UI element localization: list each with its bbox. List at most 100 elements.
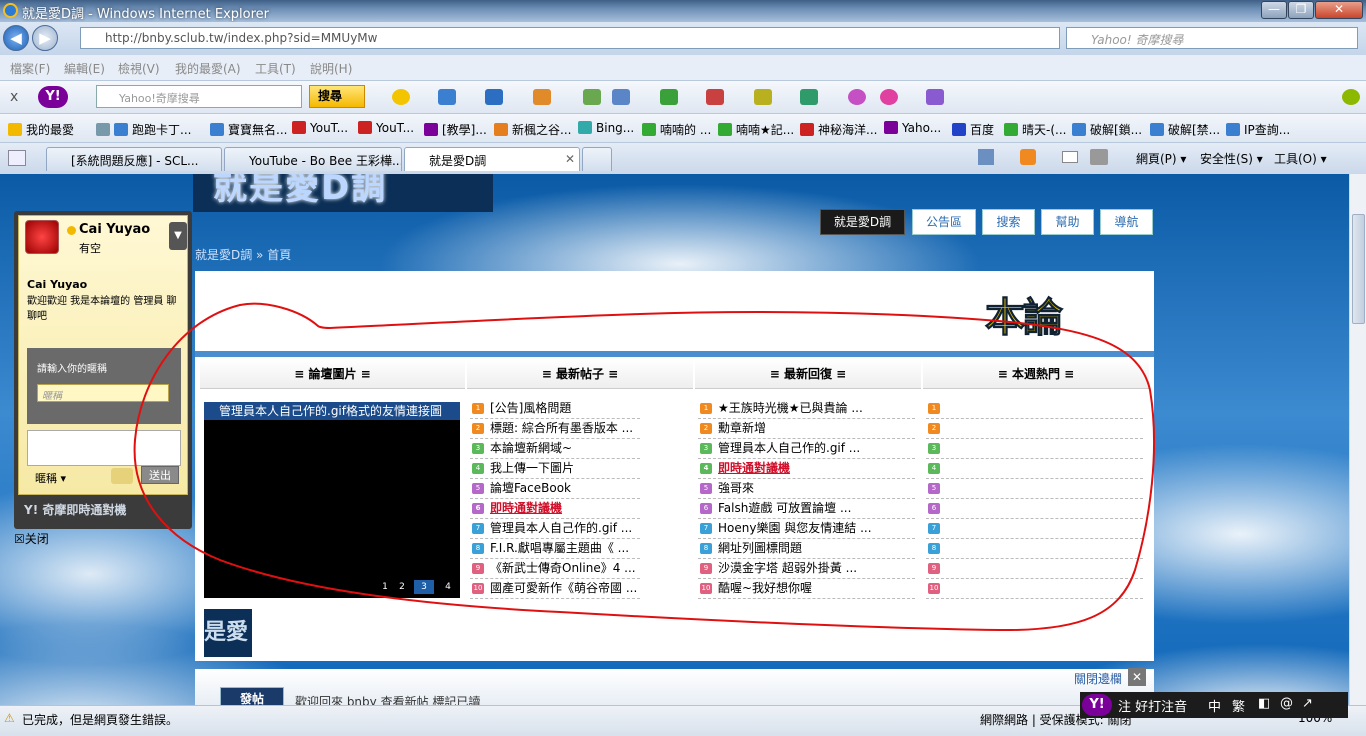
tools-menu[interactable]: 工具(O) ▾ [1274, 150, 1327, 167]
app-icon[interactable] [660, 89, 678, 105]
yahoo-ime-icon[interactable]: Y! [1082, 694, 1112, 716]
news-icon[interactable] [438, 89, 456, 105]
slide-page-2[interactable]: 2 [392, 580, 412, 594]
list-item[interactable]: 10 酷喔~我好想你喔 [698, 579, 915, 599]
url-text[interactable]: http://bnby.sclub.tw/index.php?sid=MMUyM… [105, 31, 377, 45]
list-item[interactable]: 8 F.I.R.獻唱專屬主題曲《 ... [470, 539, 640, 559]
ime-chinese-toggle[interactable]: 中 [1208, 696, 1221, 715]
extras-icon[interactable] [926, 89, 944, 105]
ime-arrow-icon[interactable]: ↗ [1302, 696, 1313, 711]
send-button[interactable]: 送出 [141, 466, 179, 484]
fav-item[interactable]: 喃喃★記... [718, 121, 794, 138]
warning-icon[interactable]: ⚠ [4, 711, 15, 725]
list-item[interactable]: 8 網址列圖標問題 [698, 539, 915, 559]
list-item[interactable]: 1 ★王族時光機★已與貴論 ... [698, 399, 915, 419]
list-item-title[interactable]: 勳章新增 [718, 421, 766, 435]
menu-file[interactable]: 檔案(F) [10, 60, 50, 77]
settings-gear-icon[interactable] [1342, 89, 1360, 105]
list-item[interactable]: 6 Falsh遊戲 可放置論壇 ... [698, 499, 915, 519]
list-item-title[interactable]: 網址列圖標問題 [718, 541, 802, 555]
list-item[interactable]: 9 沙漠金字塔 超弱外掛黃 ... [698, 559, 915, 579]
list-item-title[interactable]: 論壇FaceBook [490, 481, 571, 495]
safety-menu[interactable]: 安全性(S) ▾ [1200, 150, 1263, 167]
menu-edit[interactable]: 編輯(E) [64, 60, 105, 77]
fav-item[interactable]: 新楓之谷... [494, 121, 571, 138]
list-item[interactable]: 2 [926, 419, 1143, 439]
vertical-scrollbar[interactable] [1349, 174, 1366, 705]
list-item[interactable]: 6 即時通對議機 [470, 499, 640, 519]
list-item-title[interactable]: Hoeny樂園 與您友情連結 ... [718, 521, 872, 535]
mail-read-icon[interactable] [1062, 151, 1078, 163]
list-item-title[interactable]: 我上傳一下圖片 [490, 461, 574, 475]
list-item[interactable]: 9 [926, 559, 1143, 579]
list-item[interactable]: 10 國產可愛新作《萌谷帝國 ... [470, 579, 640, 599]
list-item-title[interactable]: 酷喔~我好想你喔 [718, 581, 812, 595]
ime-traditional-toggle[interactable]: 繁 [1232, 696, 1245, 715]
close-chat-link[interactable]: ☒关闭 [14, 530, 49, 547]
yahoo-search-button[interactable]: 搜尋 [309, 85, 365, 108]
close-tab-icon[interactable]: ✕ [565, 152, 575, 166]
nav-home[interactable]: 就是愛D調 [820, 209, 905, 235]
edit-icon[interactable] [754, 89, 772, 105]
fav-item[interactable]: 晴天-(... [1004, 121, 1066, 138]
list-item[interactable]: 1 [公告]風格問題 [470, 399, 640, 419]
thumbnail-image[interactable]: 是愛 [204, 609, 252, 657]
list-item-title[interactable]: 標題: 綜合所有墨香版本 ... [490, 421, 633, 435]
fav-item[interactable]: 百度 [952, 121, 994, 138]
list-item-title[interactable]: 沙漠金字塔 超弱外掛黃 ... [718, 561, 857, 575]
list-item-title[interactable]: 強哥來 [718, 481, 754, 495]
menu-favorites[interactable]: 我的最愛(A) [175, 60, 241, 77]
fav-item[interactable]: 神秘海洋... [800, 121, 877, 138]
slide-page-4[interactable]: 4 [438, 580, 458, 594]
list-item[interactable]: 8 [926, 539, 1143, 559]
list-item[interactable]: 7 管理員本人自己作的.gif ... [470, 519, 640, 539]
fav-item[interactable]: 喃喃的 ... [642, 121, 711, 138]
tab-youtube[interactable]: YouTube - Bo Bee 王彩樺... [224, 147, 402, 171]
fav-item[interactable]: 破解[鎖... [1072, 121, 1142, 138]
address-field[interactable]: http://bnby.sclub.tw/index.php?sid=MMUyM… [80, 27, 1060, 49]
slide-caption[interactable]: 管理員本人自己作的.gif格式的友情連接圖 [204, 402, 460, 420]
print-icon[interactable] [1090, 149, 1108, 165]
layout-icon[interactable] [612, 89, 630, 105]
list-item-title[interactable]: [公告]風格問題 [490, 401, 571, 415]
list-item[interactable]: 5 強哥來 [698, 479, 915, 499]
nav-navigation[interactable]: 導航 [1100, 209, 1153, 235]
list-item-title[interactable]: 《新武士傳奇Online》4 ... [490, 561, 636, 575]
list-item[interactable]: 10 [926, 579, 1143, 599]
list-item-title[interactable]: 國產可愛新作《萌谷帝國 ... [490, 581, 637, 595]
list-item[interactable]: 7 [926, 519, 1143, 539]
maximize-button[interactable]: ❐ [1288, 1, 1314, 19]
list-item[interactable]: 4 我上傳一下圖片 [470, 459, 640, 479]
fav-item[interactable]: YouT... [292, 121, 348, 135]
fav-item[interactable]: Yaho... [884, 121, 941, 135]
messenger-icon[interactable] [533, 89, 551, 105]
fav-item[interactable]: 寶寶無名... [210, 121, 287, 138]
list-item[interactable]: 5 [926, 479, 1143, 499]
tab-current[interactable]: 就是愛D調 ✕ [404, 147, 580, 171]
quick-tabs-icon[interactable] [8, 150, 26, 166]
new-post-button[interactable]: 發帖 [220, 687, 284, 705]
ime-halfwidth-icon[interactable]: ◧ [1258, 696, 1270, 711]
bookmark-icon[interactable] [583, 89, 601, 105]
list-item[interactable]: 1 [926, 399, 1143, 419]
mail-icon[interactable] [485, 89, 503, 105]
list-item-title[interactable]: 管理員本人自己作的.gif ... [718, 441, 860, 455]
list-item[interactable]: 3 管理員本人自己作的.gif ... [698, 439, 915, 459]
close-sidebar-link[interactable]: 關閉邊欄 [1074, 670, 1122, 687]
rss-icon[interactable] [1020, 149, 1036, 165]
close-window-button[interactable]: ✕ [1315, 1, 1363, 19]
fav-item[interactable]: 破解[禁... [1150, 121, 1220, 138]
list-item[interactable]: 2 勳章新增 [698, 419, 915, 439]
back-button[interactable]: ◀ [3, 25, 29, 51]
list-item-title[interactable]: ★王族時光機★已與貴論 ... [718, 401, 863, 415]
ime-symbol-icon[interactable]: @ [1280, 696, 1293, 711]
nickname-input[interactable]: 暱稱 [37, 384, 169, 402]
fav-item[interactable]: [教學]... [424, 121, 487, 138]
yahoo-logo-icon[interactable]: Y! [38, 86, 68, 108]
heart-icon[interactable] [848, 89, 866, 105]
list-item-title[interactable]: Falsh遊戲 可放置論壇 ... [718, 501, 851, 515]
list-item-title[interactable]: 本論壇新網域~ [490, 441, 572, 455]
close-sidebar-icon[interactable]: ✕ [1128, 668, 1146, 686]
list-item[interactable]: 2 標題: 綜合所有墨香版本 ... [470, 419, 640, 439]
fav-item[interactable]: Bing... [578, 121, 634, 135]
